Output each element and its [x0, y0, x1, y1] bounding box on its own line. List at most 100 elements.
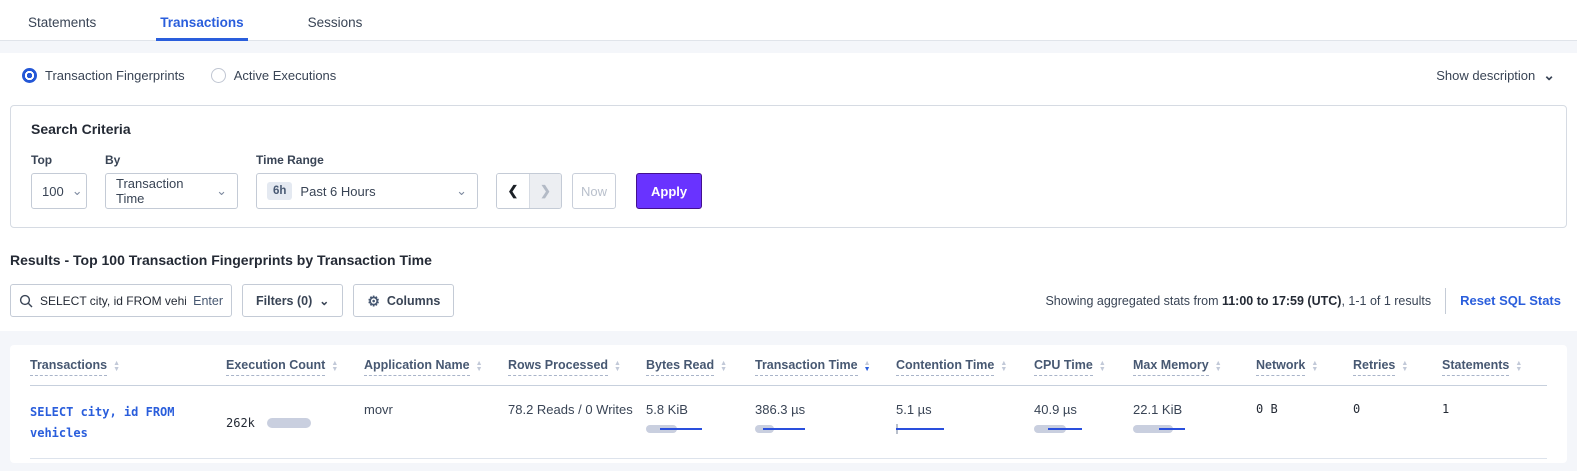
now-button[interactable]: Now: [572, 173, 616, 209]
radio-label: Active Executions: [234, 68, 337, 83]
cell-bytes-read: 5.8 KiB: [646, 386, 755, 458]
search-criteria-title: Search Criteria: [31, 121, 1546, 137]
cell-value: 0: [1353, 402, 1434, 416]
sort-arrows-icon: ▲▼: [331, 361, 338, 373]
column-header-rows-processed[interactable]: Rows Processed▲▼: [508, 345, 646, 385]
top-field: Top 100 ⌄: [31, 153, 87, 209]
stat-bar: [1034, 424, 1098, 434]
cell-execution-count: 262k: [226, 386, 364, 458]
cell-network: 0 B: [1256, 386, 1353, 458]
cell-value: 22.1 KiB: [1133, 402, 1248, 417]
column-label: Transaction Time: [755, 358, 858, 376]
time-range-label: Time Range: [256, 153, 478, 167]
toolbar-divider: [1445, 288, 1446, 314]
radio-option-active-executions[interactable]: Active Executions: [211, 68, 337, 83]
stat-bar: [896, 424, 960, 434]
sort-arrows-icon: ▲▼: [1000, 361, 1007, 373]
column-label: Application Name: [364, 358, 470, 376]
view-toggle-row: Transaction Fingerprints Active Execution…: [0, 53, 1577, 97]
sort-arrows-icon: ▲▼: [864, 361, 871, 373]
chevron-right-icon: ❯: [540, 183, 551, 199]
column-header-transaction-time[interactable]: Transaction Time ▲▼: [755, 345, 896, 385]
apply-button[interactable]: Apply: [636, 173, 702, 209]
columns-button[interactable]: ⚙ Columns: [353, 284, 454, 317]
column-header-contention-time[interactable]: Contention Time▲▼: [896, 345, 1034, 385]
radio-unselected-icon: [211, 68, 226, 83]
reset-sql-stats-link[interactable]: Reset SQL Stats: [1460, 293, 1561, 308]
stat-bar: [755, 424, 819, 434]
tab-bar: Statements Transactions Sessions: [0, 0, 1577, 41]
cell-contention-time: 5.1 µs: [896, 386, 1034, 458]
gear-icon: ⚙: [367, 294, 380, 308]
column-label: Retries: [1353, 358, 1395, 376]
cell-statements: 1: [1442, 386, 1547, 458]
count-bar: [267, 418, 311, 428]
enter-hint: Enter: [193, 294, 223, 308]
stddev-line: [1159, 428, 1185, 430]
time-range-field: Time Range 6h Past 6 Hours ⌄: [256, 153, 478, 209]
chevron-left-icon: ❮: [508, 183, 519, 199]
cell-retries: 0: [1353, 386, 1442, 458]
search-input[interactable]: [40, 294, 186, 308]
next-time-window-button[interactable]: ❯: [529, 174, 561, 208]
column-header-max-memory[interactable]: Max Memory▲▼: [1133, 345, 1256, 385]
column-header-statements[interactable]: Statements▲▼: [1442, 345, 1547, 385]
cell-application-name: movr: [364, 386, 508, 458]
cell-value: movr: [364, 402, 500, 417]
search-criteria-controls: Top 100 ⌄ By Transaction Time ⌄ Time Ran…: [31, 153, 1546, 209]
page-background-strip: [0, 41, 1577, 53]
show-description-label: Show description: [1436, 68, 1535, 83]
stddev-line: [660, 428, 702, 430]
sort-arrows-icon: ▲▼: [1215, 361, 1222, 373]
sort-arrows-icon: ▲▼: [476, 361, 483, 373]
transaction-fingerprint-link[interactable]: SELECT city, id FROM vehicles: [30, 402, 218, 444]
sql-search-box[interactable]: Enter: [10, 284, 232, 317]
column-label: Statements: [1442, 358, 1509, 376]
cell-transactions: SELECT city, id FROM vehicles: [30, 386, 226, 458]
tab-sessions[interactable]: Sessions: [304, 4, 367, 40]
aggregated-stats-text: Showing aggregated stats from 11:00 to 1…: [1045, 294, 1431, 308]
cell-rows-processed: 78.2 Reads / 0 Writes: [508, 386, 646, 458]
cell-max-memory: 22.1 KiB: [1133, 386, 1256, 458]
stats-range: 11:00 to 17:59 (UTC): [1222, 294, 1341, 308]
by-select[interactable]: Transaction Time ⌄: [105, 173, 238, 209]
column-header-execution-count[interactable]: Execution Count▲▼: [226, 345, 364, 385]
by-label: By: [105, 153, 238, 167]
table-section: Transactions▲▼Execution Count▲▼Applicati…: [0, 331, 1577, 471]
time-range-select[interactable]: 6h Past 6 Hours ⌄: [256, 173, 478, 209]
column-label: Transactions: [30, 358, 107, 376]
sort-arrows-icon: ▲▼: [1099, 361, 1106, 373]
by-field: By Transaction Time ⌄: [105, 153, 238, 209]
filters-button[interactable]: Filters (0) ⌄: [242, 284, 343, 317]
show-description-toggle[interactable]: Show description ⌄: [1436, 68, 1555, 83]
tab-transactions[interactable]: Transactions: [156, 4, 247, 40]
columns-label: Columns: [387, 294, 440, 308]
column-header-bytes-read[interactable]: Bytes Read▲▼: [646, 345, 755, 385]
column-header-application-name[interactable]: Application Name ▲▼: [364, 345, 508, 385]
chevron-down-icon: ⌄: [216, 183, 227, 199]
top-select-value: 100: [42, 184, 64, 199]
radio-label: Transaction Fingerprints: [45, 68, 185, 83]
column-header-network[interactable]: Network▲▼: [1256, 345, 1353, 385]
stddev-line: [1048, 428, 1082, 430]
results-toolbar: Enter Filters (0) ⌄ ⚙ Columns Showing ag…: [0, 268, 1577, 331]
results-title: Results - Top 100 Transaction Fingerprin…: [0, 228, 1577, 268]
column-header-cpu-time[interactable]: CPU Time▲▼: [1034, 345, 1133, 385]
previous-time-window-button[interactable]: ❮: [497, 174, 529, 208]
column-header-retries[interactable]: Retries▲▼: [1353, 345, 1442, 385]
tab-statements[interactable]: Statements: [24, 4, 100, 40]
by-select-value: Transaction Time: [116, 176, 208, 206]
chevron-down-icon: ⌄: [456, 183, 467, 199]
cell-value: 78.2 Reads / 0 Writes: [508, 402, 638, 417]
time-range-badge: 6h: [267, 182, 292, 200]
radio-option-transaction-fingerprints[interactable]: Transaction Fingerprints: [22, 68, 185, 83]
cell-value: 0 B: [1256, 402, 1345, 416]
top-select[interactable]: 100 ⌄: [31, 173, 87, 209]
cell-value: 40.9 µs: [1034, 402, 1125, 417]
stat-bar: [1133, 424, 1197, 434]
column-header-transactions[interactable]: Transactions▲▼: [30, 345, 226, 385]
cell-transaction-time: 386.3 µs: [755, 386, 896, 458]
stats-suffix: , 1-1 of 1 results: [1341, 294, 1431, 308]
cell-cpu-time: 40.9 µs: [1034, 386, 1133, 458]
filters-label: Filters (0): [256, 294, 312, 308]
